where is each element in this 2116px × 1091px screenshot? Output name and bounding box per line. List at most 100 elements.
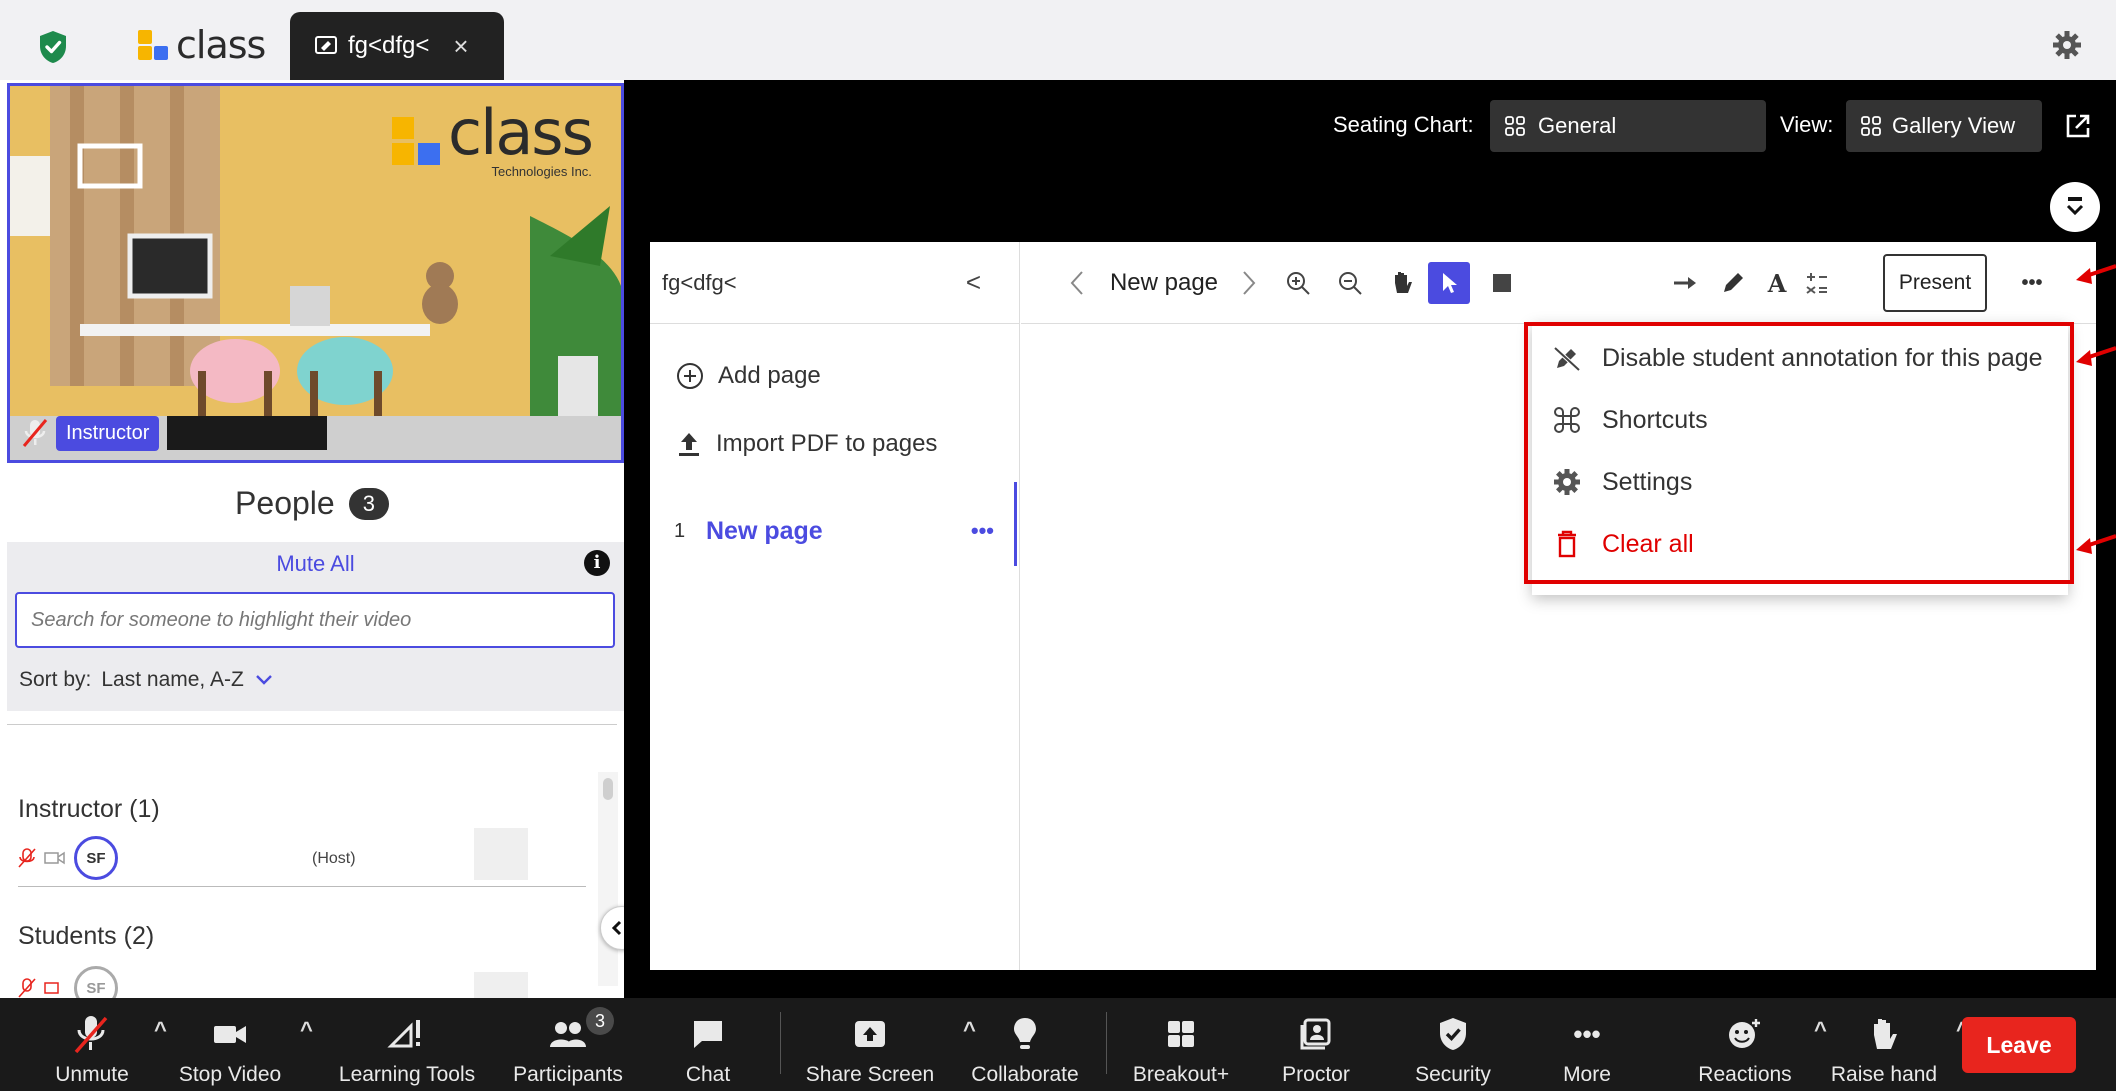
share-screen-label: Share Screen <box>805 1063 935 1086</box>
instructor-group-heading: Instructor (1) <box>18 795 160 823</box>
people-search-input[interactable]: Search for someone to highlight their vi… <box>15 592 615 648</box>
left-panel: class Technologies Inc. Instructor Peopl… <box>0 80 624 998</box>
chat-button[interactable]: Chat <box>676 998 740 1091</box>
page-more-icon[interactable]: ••• <box>971 518 994 544</box>
zoom-in-icon[interactable] <box>1281 262 1315 304</box>
menu-item-label: Shortcuts <box>1602 405 1708 434</box>
more-button[interactable]: ••• More <box>1552 998 1622 1091</box>
unmute-button[interactable]: ^ Unmute <box>40 998 167 1091</box>
emoji-plus-icon: ^ <box>1726 1011 1827 1057</box>
share-screen-button[interactable]: ^ Share Screen <box>802 998 976 1091</box>
shape-icon[interactable] <box>1487 262 1517 304</box>
tab-close-icon[interactable]: × <box>453 31 468 62</box>
arrow-tool-icon[interactable] <box>1668 262 1702 304</box>
mic-muted-icon <box>22 419 48 447</box>
student-row-clip: SF <box>7 964 597 998</box>
row-divider <box>18 886 586 887</box>
breakout-label: Breakout+ <box>1132 1063 1230 1086</box>
proctor-button[interactable]: Proctor <box>1270 998 1362 1091</box>
stop-video-label: Stop Video <box>178 1063 282 1086</box>
participants-button[interactable]: 3 Participants <box>506 998 630 1091</box>
scroll-thumb[interactable] <box>603 778 613 800</box>
avatar: SF <box>74 836 118 880</box>
learning-tools-label: Learning Tools <box>338 1063 476 1086</box>
present-button[interactable]: Present <box>1883 254 1987 312</box>
caret-up-icon[interactable]: ^ <box>300 1017 313 1043</box>
plus-circle-icon <box>677 363 703 389</box>
upload-icon <box>679 433 699 456</box>
current-page-label: New page <box>1099 262 1229 304</box>
hand-icon: ^ <box>1866 1011 1969 1057</box>
person-row-instructor[interactable]: SF <box>18 836 118 880</box>
chevron-down-icon <box>255 675 272 685</box>
security-label: Security <box>1415 1063 1491 1086</box>
security-button[interactable]: Security <box>1404 998 1502 1091</box>
annotation-arrow <box>2076 534 2116 554</box>
people-search-area: Search for someone to highlight their vi… <box>7 586 624 711</box>
camera-off-icon <box>44 982 59 994</box>
seating-chart-value: General <box>1538 113 1617 138</box>
pop-out-icon[interactable] <box>2064 112 2092 140</box>
active-page-indicator <box>1014 482 1017 566</box>
caret-up-icon[interactable]: ^ <box>1814 1017 1827 1043</box>
view-value: Gallery View <box>1892 113 2016 138</box>
whiteboard-tab[interactable]: fg<dfg< × <box>290 12 504 80</box>
next-page-icon[interactable] <box>1237 262 1261 304</box>
seating-chart-select[interactable]: General <box>1490 100 1766 152</box>
select-pointer-icon[interactable] <box>1428 262 1470 304</box>
whiteboard-title: fg<dfg< <box>662 269 737 295</box>
class-video-logo-sub: Technologies Inc. <box>491 164 592 179</box>
hand-icon[interactable] <box>1385 262 1419 304</box>
gear-icon[interactable] <box>2052 30 2082 60</box>
people-title: People <box>235 485 335 521</box>
zoom-out-icon[interactable] <box>1333 262 1367 304</box>
more-options-icon[interactable]: ••• <box>2012 262 2052 304</box>
collapse-up-icon <box>2066 197 2084 216</box>
sort-dropdown[interactable]: Sort by: Last name, A-Z <box>19 668 274 692</box>
mic-muted-icon <box>18 848 36 868</box>
math-tool-icon[interactable] <box>1800 262 1834 304</box>
participants-count-badge: 3 <box>586 1007 614 1035</box>
people-scrollbar[interactable] <box>598 772 618 986</box>
menu-item-label: Settings <box>1602 467 1693 496</box>
disable-annotation-menu-item[interactable]: Disable student annotation for this page <box>1552 343 2043 373</box>
reactions-button[interactable]: ^ Reactions <box>1690 998 1827 1091</box>
toolbar-divider <box>1106 1012 1107 1074</box>
collapse-sidebar-icon[interactable]: < <box>966 267 981 298</box>
breakout-button[interactable]: Breakout+ <box>1128 998 1234 1091</box>
stop-video-button[interactable]: ^ Stop Video <box>172 998 313 1091</box>
import-pdf-button[interactable]: Import PDF to pages <box>676 430 937 458</box>
hide-header-button[interactable] <box>2050 182 2100 232</box>
row-action-placeholder <box>474 828 528 880</box>
clear-all-menu-item[interactable]: Clear all <box>1552 529 1694 559</box>
annotation-arrow <box>2076 346 2116 366</box>
people-header: People 3 <box>0 485 624 522</box>
menu-item-label: Disable student annotation for this page <box>1602 343 2043 372</box>
collaborate-button[interactable]: Collaborate <box>966 998 1084 1091</box>
pen-icon[interactable] <box>1716 262 1750 304</box>
text-tool-icon[interactable]: A <box>1760 262 1794 304</box>
instructor-label: Instructor <box>56 415 160 451</box>
more-dots-icon: ••• <box>1573 1018 1601 1049</box>
instructor-video[interactable]: class Technologies Inc. Instructor <box>7 83 624 463</box>
prev-page-icon[interactable] <box>1065 262 1089 304</box>
caret-up-icon[interactable]: ^ <box>154 1017 167 1043</box>
whiteboard-sidebar: fg<dfg< < Add page Import PDF to pages 1… <box>650 242 1020 970</box>
view-select[interactable]: Gallery View <box>1846 100 2042 152</box>
class-logo-mark <box>138 30 168 60</box>
share-screen-icon: ^ <box>851 1011 976 1057</box>
breakout-grid-icon <box>1165 1011 1197 1057</box>
mute-all-button[interactable]: Mute All <box>276 551 354 577</box>
collaborate-label: Collaborate <box>971 1063 1079 1086</box>
page-list-item[interactable]: 1 New page ••• <box>674 506 1020 556</box>
info-icon[interactable]: i <box>584 550 610 576</box>
learning-tools-button[interactable]: Learning Tools <box>334 998 480 1091</box>
raise-hand-button[interactable]: ^ Raise hand <box>1826 998 1969 1091</box>
shortcuts-menu-item[interactable]: Shortcuts <box>1552 405 1708 435</box>
add-page-button[interactable]: Add page <box>676 362 821 390</box>
leave-button[interactable]: Leave <box>1962 1017 2076 1073</box>
sort-label: Sort by: <box>19 668 92 691</box>
settings-menu-item[interactable]: Settings <box>1552 467 1692 497</box>
person-row-student[interactable]: SF <box>18 966 118 998</box>
proctor-label: Proctor <box>1282 1063 1350 1086</box>
